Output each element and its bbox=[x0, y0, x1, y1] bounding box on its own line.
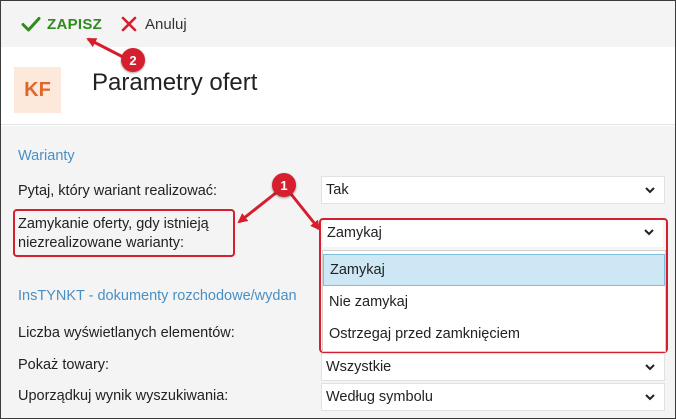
annotation-badge-1: 1 bbox=[272, 173, 296, 197]
chevron-down-icon bbox=[645, 187, 655, 194]
select-pytaj[interactable]: Tak bbox=[321, 176, 665, 204]
label-highlight-box bbox=[13, 209, 235, 257]
save-button[interactable]: ZAPISZ bbox=[21, 14, 102, 34]
dropdown-option-nie-zamykaj[interactable]: Nie zamykaj bbox=[323, 286, 665, 318]
toolbar: ZAPISZ Anuluj bbox=[1, 1, 675, 47]
annotation-badge-2: 2 bbox=[121, 48, 145, 72]
section-title-warianty: Warianty bbox=[18, 148, 75, 164]
row-label-liczba: Liczba wyświetlanych elementów: bbox=[18, 325, 235, 341]
select-value: Wszystkie bbox=[326, 359, 392, 375]
select-value: Według symbolu bbox=[326, 389, 433, 405]
section-title-instynkt: InsTYNKT - dokumenty rozchodowe/wydan bbox=[18, 288, 297, 304]
chevron-down-icon bbox=[645, 394, 655, 401]
page-header: KF Parametry ofert bbox=[1, 47, 675, 125]
select-uporzadkuj[interactable]: Według symbolu bbox=[321, 383, 665, 411]
dropdown-option-ostrzegaj[interactable]: Ostrzegaj przed zamknięciem bbox=[323, 318, 665, 350]
save-label: ZAPISZ bbox=[47, 15, 103, 33]
app-window: ZAPISZ Anuluj KF Parametry ofert Wariant… bbox=[0, 0, 676, 419]
checkmark-icon bbox=[21, 14, 41, 34]
close-icon bbox=[119, 14, 139, 34]
row-label-pytaj: Pytaj, który wariant realizować: bbox=[18, 183, 218, 199]
page-title: Parametry ofert bbox=[92, 69, 258, 96]
module-logo: KF bbox=[14, 67, 61, 113]
dropdown-list: Zamykaj Nie zamykaj Ostrzegaj przed zamk… bbox=[322, 250, 666, 352]
cancel-label: Anuluj bbox=[145, 15, 187, 33]
dropdown-option-zamykaj[interactable]: Zamykaj bbox=[323, 254, 665, 286]
chevron-down-icon bbox=[645, 364, 655, 371]
select-value: Tak bbox=[326, 182, 349, 198]
row-label-pokaz: Pokaż towary: bbox=[18, 357, 110, 373]
cancel-button[interactable]: Anuluj bbox=[119, 14, 187, 34]
select-pokaz-towary[interactable]: Wszystkie bbox=[321, 353, 665, 381]
row-label-uporzadkuj: Uporządkuj wynik wyszukiwania: bbox=[18, 388, 229, 404]
